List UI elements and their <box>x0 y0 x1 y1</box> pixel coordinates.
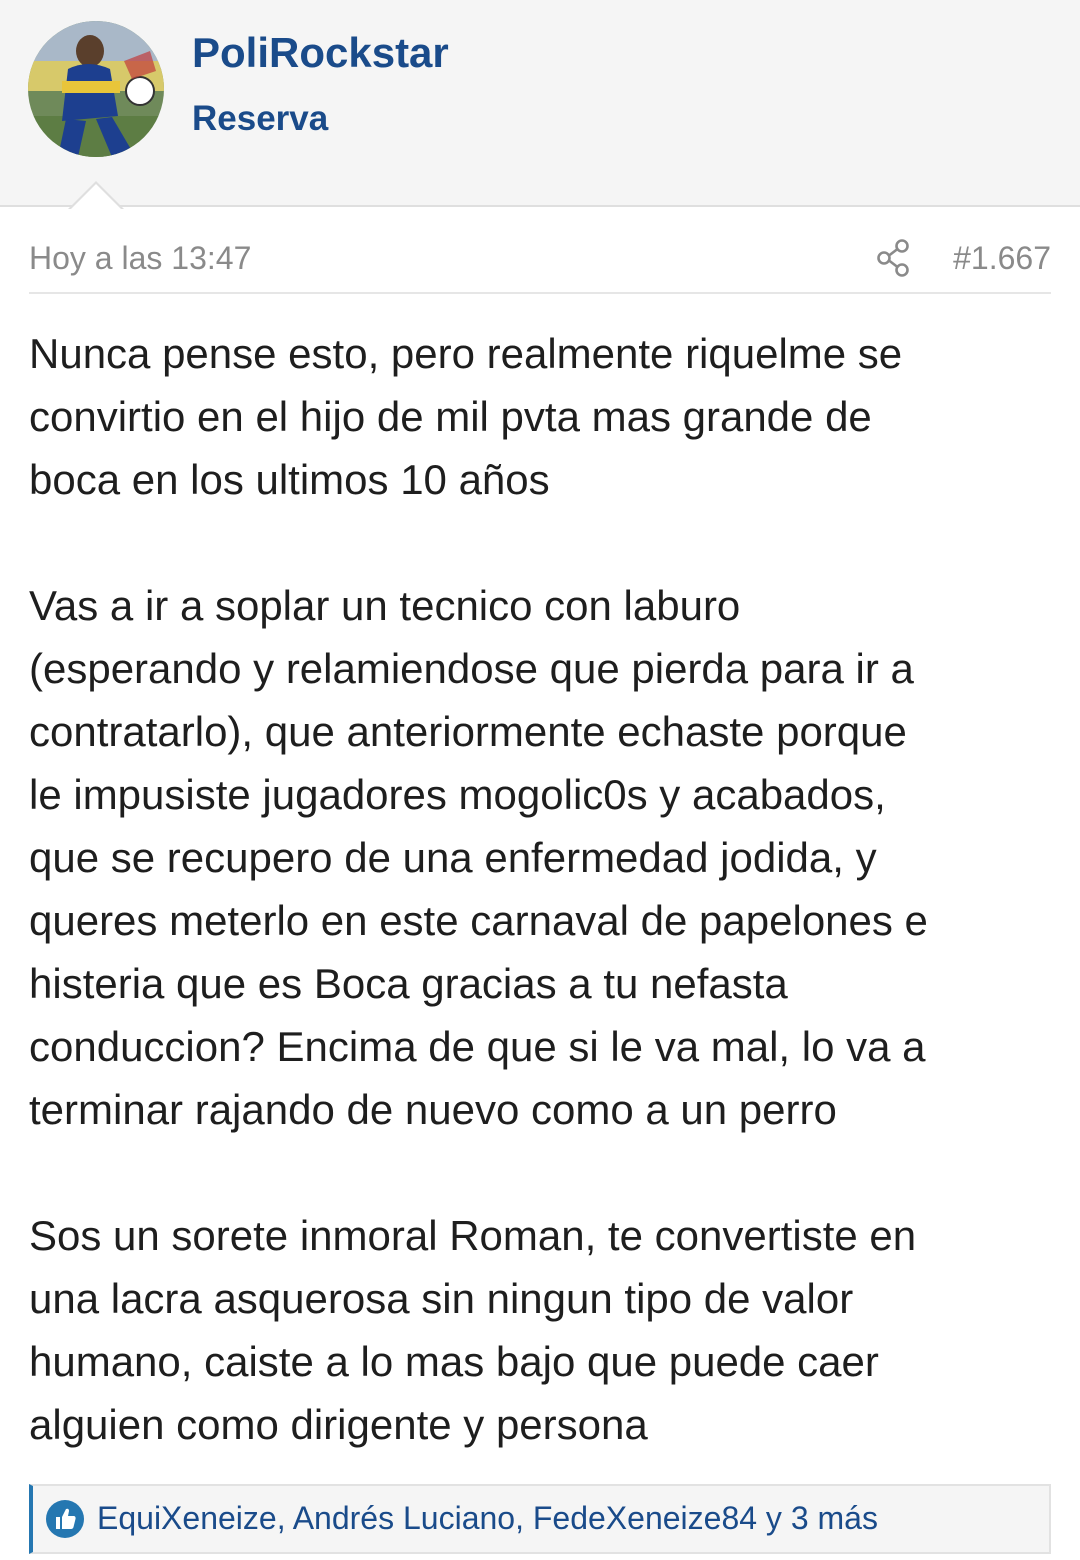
username[interactable]: PoliRockstar <box>192 28 449 78</box>
avatar[interactable] <box>28 21 164 157</box>
reactions-list[interactable]: EquiXeneize, Andrés Luciano, FedeXeneize… <box>97 1498 878 1538</box>
post-paragraph: Vas a ir a soplar un tecnico con laburo … <box>29 574 1054 1141</box>
post-line: una lacra asquerosa sin ningun tipo de v… <box>29 1275 854 1322</box>
post-line: le impusiste jugadores mogolic0s y acaba… <box>29 771 886 818</box>
post-line: terminar rajando de nuevo como a un perr… <box>29 1086 837 1133</box>
post-line: contratarlo), que anteriormente echaste … <box>29 708 907 755</box>
header-pointer-fill <box>70 184 122 210</box>
post-line: alguien como dirigente y persona <box>29 1401 648 1448</box>
post-line: conduccion? Encima de que si le va mal, … <box>29 1023 926 1070</box>
post-line: Nunca pense esto, pero realmente riquelm… <box>29 330 903 377</box>
post-body: Nunca pense esto, pero realmente riquelm… <box>29 322 1054 1456</box>
post-line: histeria que es Boca gracias a tu nefast… <box>29 960 788 1007</box>
post-line: boca en los ultimos 10 años <box>29 456 550 503</box>
post-line: queres meterlo en este carnaval de papel… <box>29 897 928 944</box>
user-title: Reserva <box>192 99 329 138</box>
post-paragraph: Sos un sorete inmoral Roman, te converti… <box>29 1204 1054 1456</box>
post-line: (esperando y relamiendose que pierda par… <box>29 645 914 692</box>
post-line: humano, caiste a lo mas bajo que puede c… <box>29 1338 879 1385</box>
user-header: PoliRockstar Reserva <box>0 0 1080 207</box>
share-icon[interactable] <box>875 238 911 278</box>
post-line: Sos un sorete inmoral Roman, te converti… <box>29 1212 917 1259</box>
post-timestamp[interactable]: Hoy a las 13:47 <box>29 238 251 278</box>
like-icon <box>45 1499 85 1539</box>
reactions-bar[interactable]: EquiXeneize, Andrés Luciano, FedeXeneize… <box>29 1484 1051 1554</box>
post-meta: Hoy a las 13:47 #1.667 <box>29 232 1051 294</box>
post-line: convirtio en el hijo de mil pvta mas gra… <box>29 393 872 440</box>
avatar-photo-icon <box>28 21 164 157</box>
post-line: que se recupero de una enfermedad jodida… <box>29 834 877 881</box>
post-paragraph: Nunca pense esto, pero realmente riquelm… <box>29 322 1054 511</box>
post-line: Vas a ir a soplar un tecnico con laburo <box>29 582 741 629</box>
post-page: PoliRockstar Reserva Hoy a las 13:47 #1.… <box>0 0 1080 1560</box>
post-number-link[interactable]: #1.667 <box>953 238 1051 278</box>
